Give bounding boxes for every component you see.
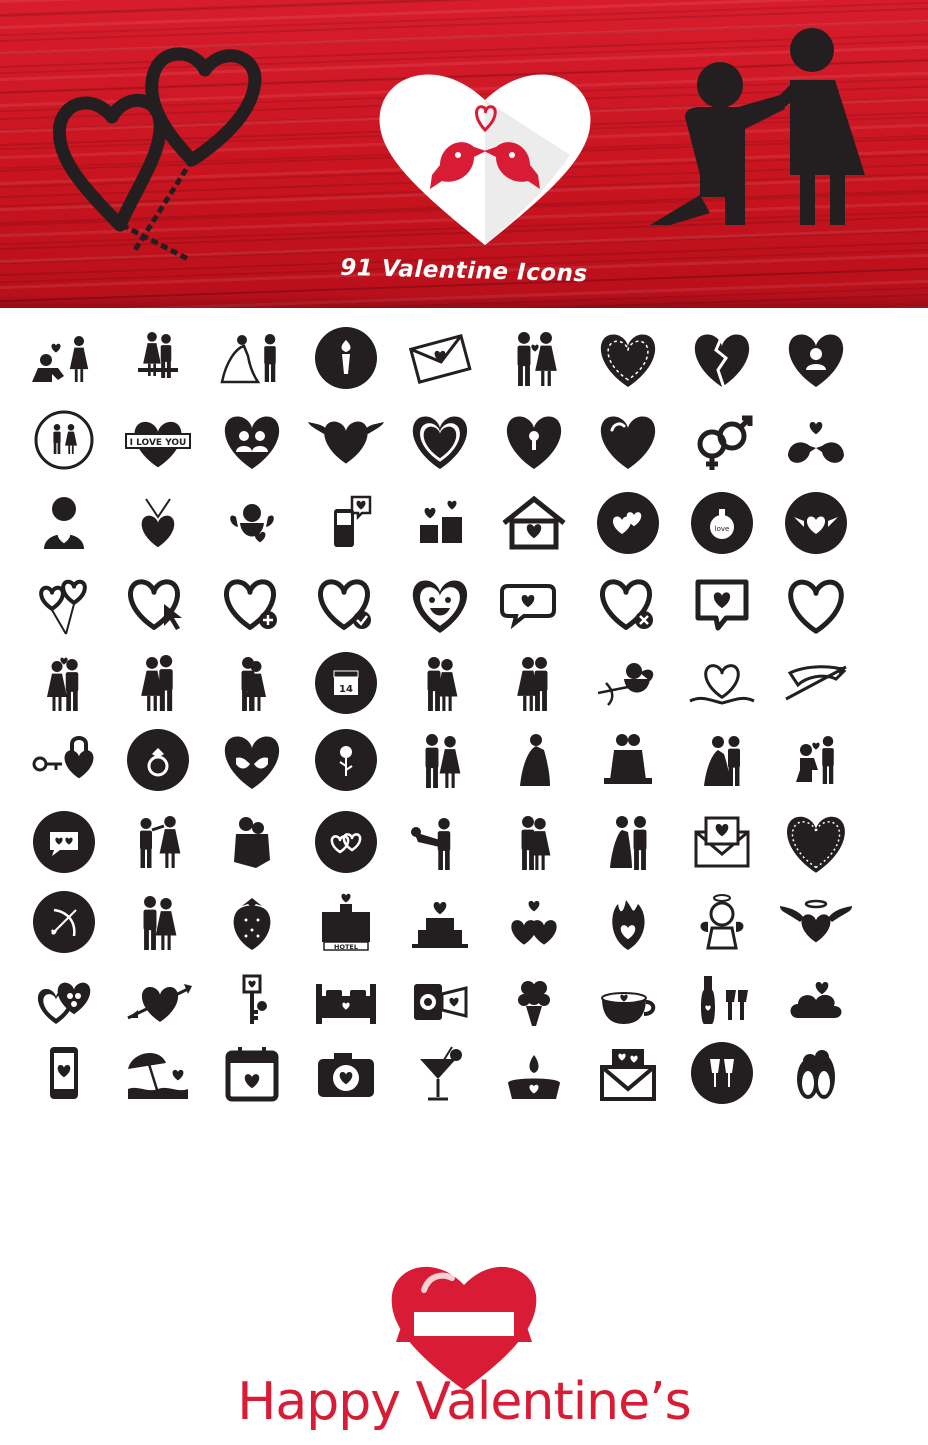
svg-text:HOTEL: HOTEL xyxy=(334,943,358,951)
footer-greeting: Happy Valentine’s xyxy=(237,1372,692,1432)
cupid-arrow-ribbon-icon xyxy=(776,643,856,723)
rose-circle-icon xyxy=(306,720,386,800)
heart-add-icon xyxy=(212,564,292,644)
heart-remove-icon xyxy=(588,564,668,644)
hearts-trio-icon xyxy=(494,882,574,962)
chat-hearts-circle-icon xyxy=(24,802,104,882)
heart-home-icon xyxy=(494,483,574,563)
cupid-icon xyxy=(212,483,292,563)
beach-umbrella-icon xyxy=(118,1033,198,1113)
calendar-heart-icon xyxy=(212,1033,292,1113)
heart-envelope-icon xyxy=(682,802,762,882)
couple-hand-in-hand-icon xyxy=(400,720,480,800)
cocktail-icon xyxy=(400,1033,480,1113)
couple-sitting-icon xyxy=(212,802,292,882)
hands-heart-icon xyxy=(212,720,292,800)
glossy-heart-icon xyxy=(588,400,668,480)
camera-heart-icon xyxy=(306,1033,386,1113)
couple-dancing-icon xyxy=(118,802,198,882)
man-proposing-icon xyxy=(776,720,856,800)
coffee-heart-icon xyxy=(588,960,668,1040)
burning-heart-icon xyxy=(588,882,668,962)
proposal-couple-icon xyxy=(24,318,104,398)
heart-balloons-icon xyxy=(24,564,104,644)
couple-hugging-icon xyxy=(494,802,574,882)
svg-text:14: 14 xyxy=(339,684,353,695)
heart-chat-bubbles-icon xyxy=(494,564,574,644)
bouquet-icon xyxy=(494,960,574,1040)
heart-pendant-icon xyxy=(118,483,198,563)
smiley-heart-icon xyxy=(400,564,480,644)
video-camera-heart-icon xyxy=(400,960,480,1040)
heart-cloud-icon xyxy=(776,960,856,1040)
icon-grid: I LOVE YOU love 14 HOTEL xyxy=(0,0,928,1445)
couple-side-by-side-icon xyxy=(494,643,574,723)
groom-carrying-bride-icon xyxy=(400,802,480,882)
heart-keyhole-icon xyxy=(494,400,574,480)
angel-icon xyxy=(682,882,762,962)
envelope-hearts-icon xyxy=(588,1033,668,1113)
wedding-couple-bench-icon xyxy=(118,318,198,398)
winged-heart-circle-icon xyxy=(776,483,856,563)
cupid-archer-icon xyxy=(588,643,668,723)
love-potion-circle-icon: love xyxy=(682,483,762,563)
love-letter-icon xyxy=(400,318,480,398)
heart-click-icon xyxy=(118,564,198,644)
couple-embracing-icon xyxy=(212,643,292,723)
stitched-heart-icon xyxy=(588,318,668,398)
bride-groom-running-icon xyxy=(212,318,292,398)
ring-circle-icon xyxy=(118,720,198,800)
heart-links-circle-icon xyxy=(306,802,386,882)
phone-heart-icon xyxy=(306,483,386,563)
champagne-glasses-icon xyxy=(682,960,762,1040)
strawberry-icon xyxy=(212,882,292,962)
heart-pierced-arrow-icon xyxy=(118,960,198,1040)
person-holding-heart-icon xyxy=(24,483,104,563)
ribbon-heart-icon xyxy=(682,643,762,723)
heart-padlock-key-icon xyxy=(24,720,104,800)
bride-groom-icon xyxy=(588,802,668,882)
lace-heart-icon xyxy=(776,802,856,882)
winged-heart-icon xyxy=(306,400,386,480)
smartphone-heart-icon xyxy=(24,1033,104,1113)
couple-flowers-icon xyxy=(118,882,198,962)
champagne-toast-circle-icon xyxy=(682,1033,762,1113)
wedding-cake-icon xyxy=(400,882,480,962)
candle-icon xyxy=(494,1033,574,1113)
chocolate-box-icon xyxy=(24,960,104,1040)
heart-outline-icon xyxy=(400,400,480,480)
hotel-icon: HOTEL xyxy=(306,882,386,962)
double-bed-icon xyxy=(306,960,386,1040)
bow-arrow-circle-icon xyxy=(24,882,104,962)
i-love-you-heart-banner-icon: I LOVE YOU xyxy=(118,400,198,480)
penguins-icon xyxy=(776,1033,856,1113)
wedding-hug-icon xyxy=(494,720,574,800)
hearts-circle-icon xyxy=(588,483,668,563)
heart-check-icon xyxy=(306,564,386,644)
heart-keys-icon xyxy=(212,960,292,1040)
svg-text:I LOVE YOU: I LOVE YOU xyxy=(130,438,187,448)
couple-circle-icon xyxy=(24,400,104,480)
gifts-hearts-icon xyxy=(400,483,480,563)
couple-kissing-icon xyxy=(24,643,104,723)
heart-message-icon xyxy=(682,564,762,644)
wedding-dance-icon xyxy=(682,720,762,800)
svg-text:love: love xyxy=(715,525,730,533)
couple-kneeling-kiss-icon xyxy=(588,720,668,800)
angel-winged-heart-icon xyxy=(776,882,856,962)
couple-holding-hands-icon xyxy=(494,318,574,398)
gender-symbols-icon xyxy=(682,400,762,480)
couple-walking-icon xyxy=(118,643,198,723)
broken-heart-icon xyxy=(682,318,762,398)
couple-strolling-icon xyxy=(400,643,480,723)
torch-circle-icon xyxy=(306,318,386,398)
lovebirds-icon xyxy=(776,400,856,480)
heart-couple-icon xyxy=(212,400,292,480)
heart-plain-outline-icon xyxy=(776,564,856,644)
calendar-14-circle-icon: 14 xyxy=(306,643,386,723)
heart-profile-icon xyxy=(776,318,856,398)
